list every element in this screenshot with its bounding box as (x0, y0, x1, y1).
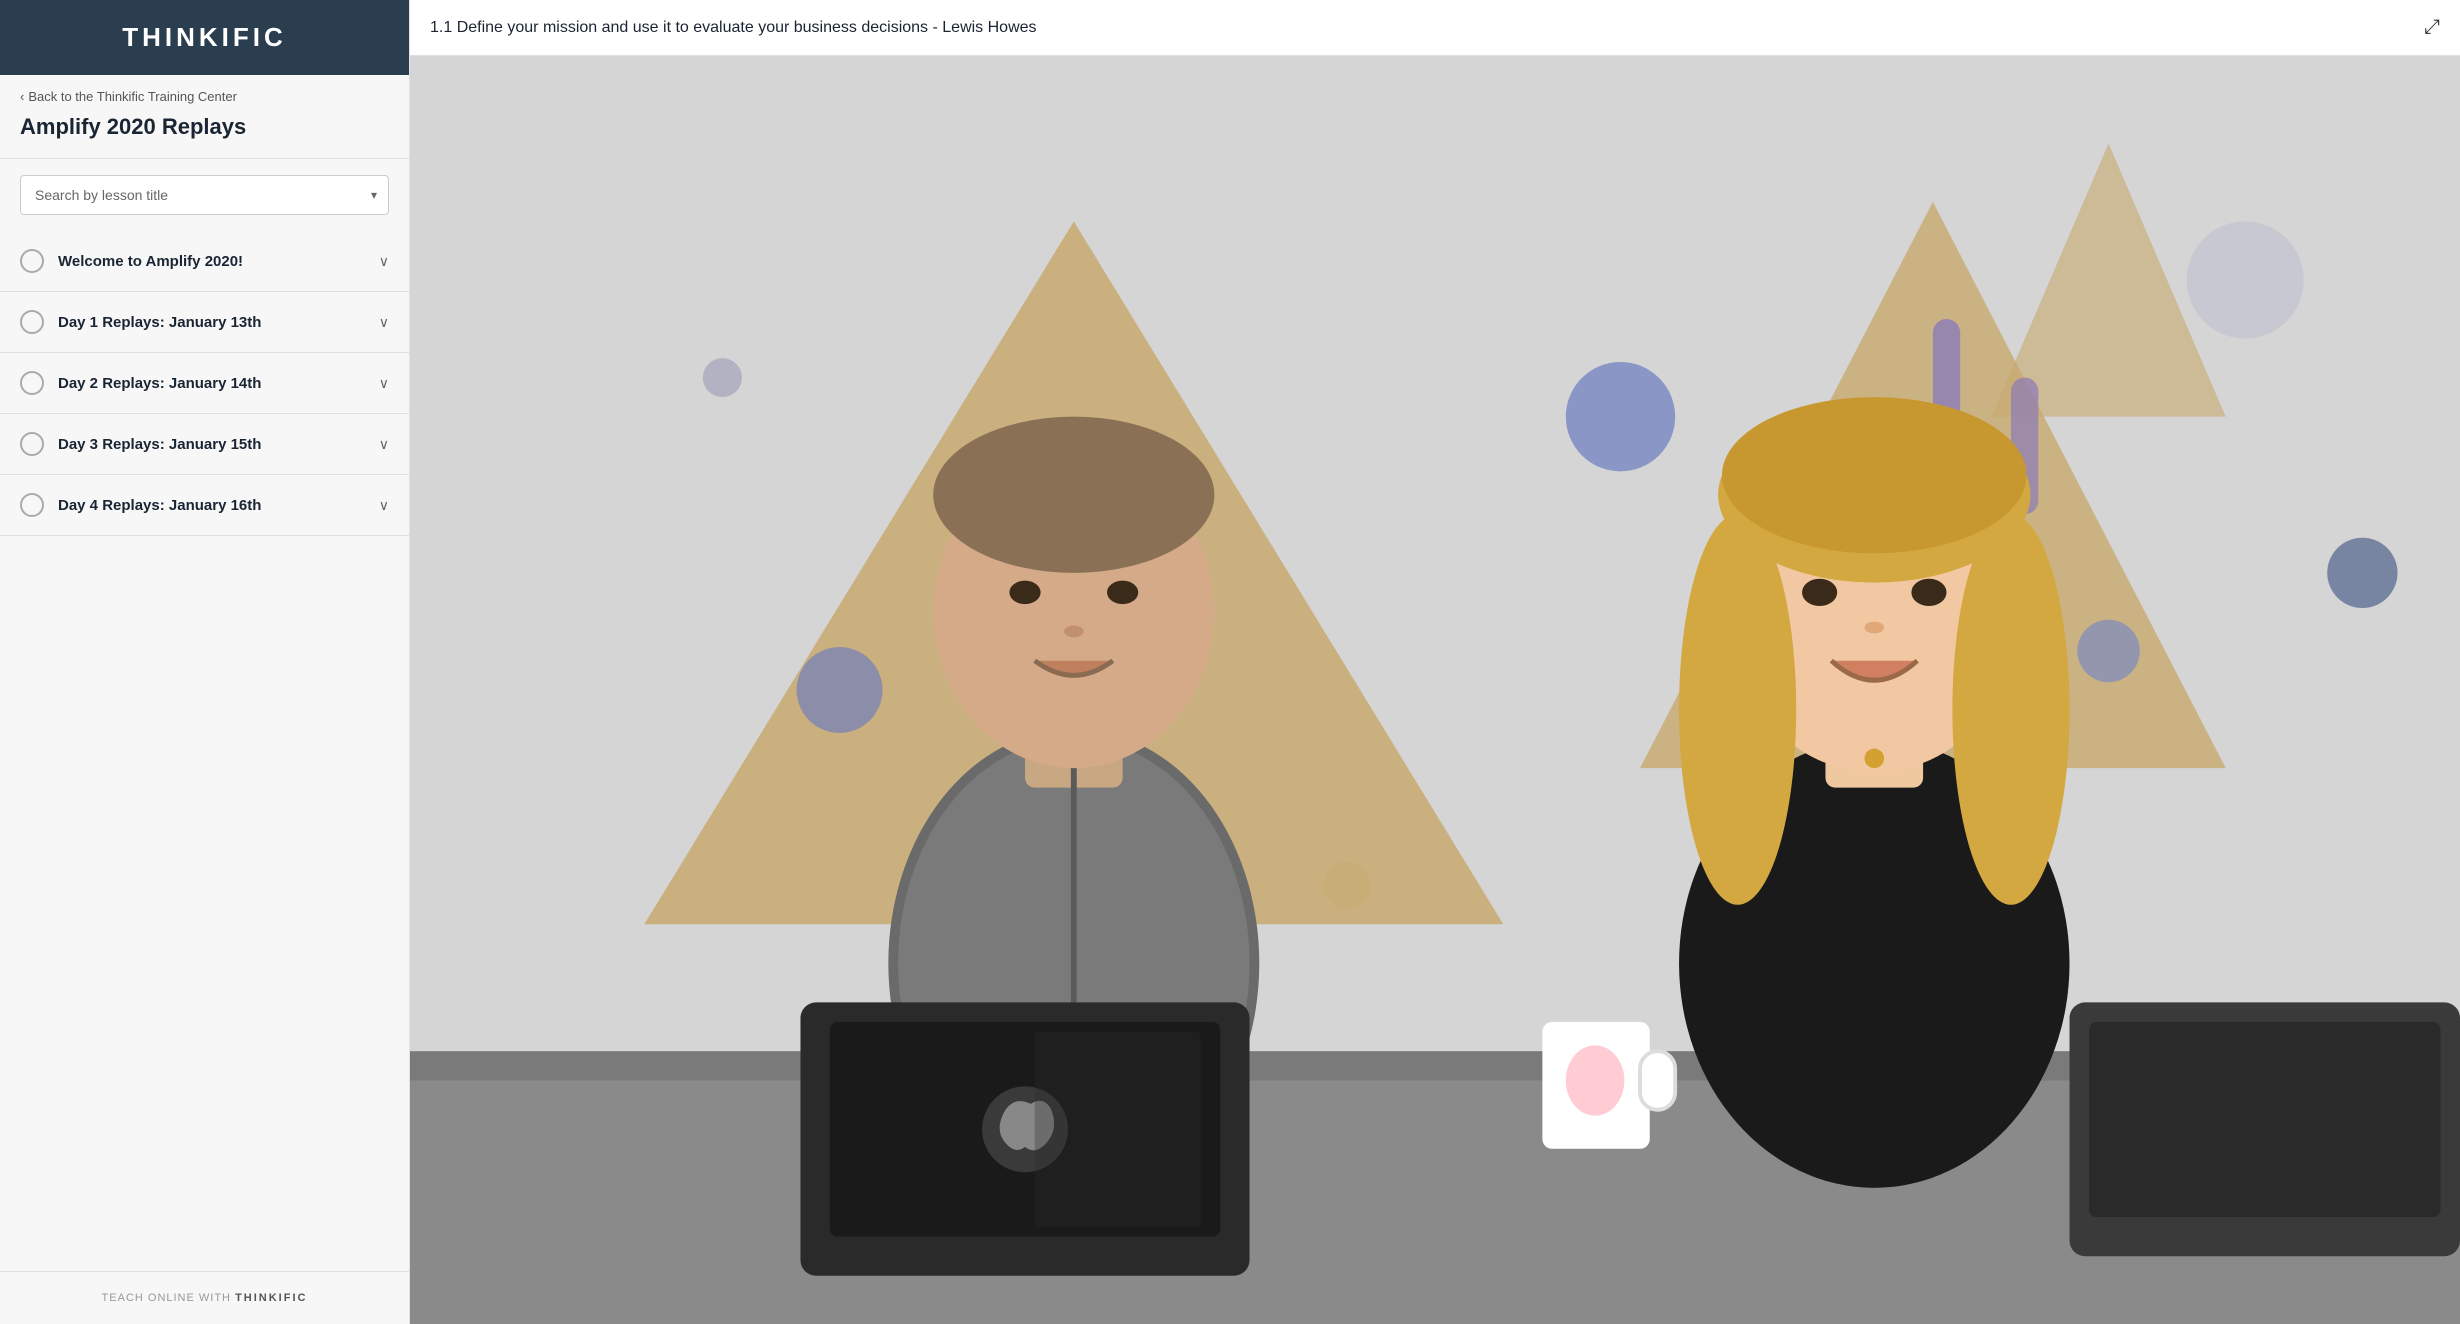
chapter-list: Welcome to Amplify 2020!∨Day 1 Replays: … (0, 231, 409, 1271)
chapter-circle-icon (20, 249, 44, 273)
thinkific-logo: THINKIFIC (122, 22, 287, 53)
chapter-header-3[interactable]: Day 2 Replays: January 14th ∨ (20, 353, 389, 413)
chapter-circle-icon (20, 310, 44, 334)
video-title: 1.1 Define your mission and use it to ev… (430, 19, 1037, 37)
back-chevron-icon: ‹ (20, 89, 24, 104)
back-label: Back to the Thinkific Training Center (28, 89, 237, 104)
search-container: Search by lesson title ▾ (0, 159, 409, 231)
chevron-down-icon: ∨ (379, 253, 389, 270)
chapter-circle-icon (20, 371, 44, 395)
chapter-item: Welcome to Amplify 2020! ∨ (0, 231, 409, 292)
course-title: Amplify 2020 Replays (0, 110, 409, 159)
chapter-header-4[interactable]: Day 3 Replays: January 15th ∨ (20, 414, 389, 474)
chapter-label: Day 4 Replays: January 16th (58, 497, 365, 514)
chevron-down-icon: ∨ (379, 375, 389, 392)
chapter-circle-icon (20, 493, 44, 517)
chapter-label: Day 2 Replays: January 14th (58, 375, 365, 392)
fullscreen-icon[interactable]: ⤢ (2424, 16, 2440, 39)
chevron-down-icon: ∨ (379, 436, 389, 453)
video-svg (410, 56, 2460, 1324)
chapter-header-1[interactable]: Welcome to Amplify 2020! ∨ (20, 231, 389, 291)
chapter-circle-icon (20, 432, 44, 456)
sidebar: THINKIFIC ‹ Back to the Thinkific Traini… (0, 0, 410, 1324)
chevron-down-icon: ∨ (379, 314, 389, 331)
chapter-header-2[interactable]: Day 1 Replays: January 13th ∨ (20, 292, 389, 352)
video-header: 1.1 Define your mission and use it to ev… (410, 0, 2460, 56)
search-dropdown[interactable]: Search by lesson title (20, 175, 389, 215)
video-container[interactable] (410, 56, 2460, 1324)
video-scene (410, 56, 2460, 1324)
search-dropdown-wrapper: Search by lesson title ▾ (20, 175, 389, 215)
chapter-item: Day 1 Replays: January 13th ∨ (0, 292, 409, 353)
main-content: 1.1 Define your mission and use it to ev… (410, 0, 2460, 1324)
chapter-item: Day 2 Replays: January 14th ∨ (0, 353, 409, 414)
sidebar-footer: TEACH ONLINE WITH THINKIFIC (0, 1271, 409, 1324)
chapter-item: Day 3 Replays: January 15th ∨ (0, 414, 409, 475)
logo-area: THINKIFIC (0, 0, 409, 75)
chapter-label: Day 3 Replays: January 15th (58, 436, 365, 453)
footer-brand: THINKIFIC (235, 1292, 307, 1304)
chapter-item: Day 4 Replays: January 16th ∨ (0, 475, 409, 536)
chapter-header-5[interactable]: Day 4 Replays: January 16th ∨ (20, 475, 389, 535)
chevron-down-icon: ∨ (379, 497, 389, 514)
footer-text: TEACH ONLINE WITH (102, 1292, 231, 1304)
back-link[interactable]: ‹ Back to the Thinkific Training Center (0, 75, 409, 110)
chapter-label: Day 1 Replays: January 13th (58, 314, 365, 331)
chapter-label: Welcome to Amplify 2020! (58, 253, 365, 270)
